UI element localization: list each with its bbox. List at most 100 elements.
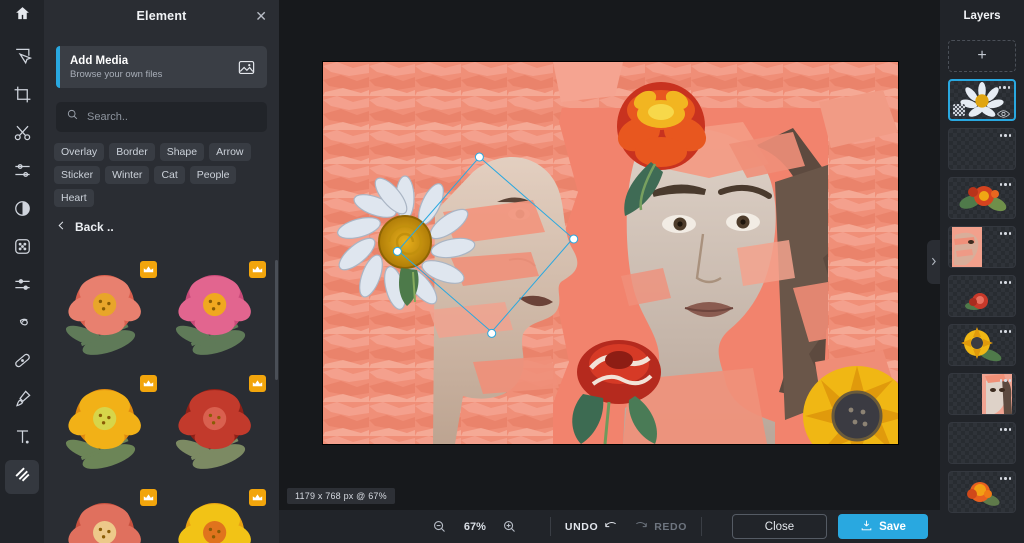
tag-chip-overlay[interactable]: Overlay	[54, 143, 105, 161]
eye-icon[interactable]	[997, 106, 1010, 118]
add-media-button[interactable]: Add Media Browse your own files	[56, 46, 267, 88]
more-dots-icon[interactable]	[999, 134, 1011, 137]
more-dots-icon[interactable]	[999, 379, 1011, 382]
home-button[interactable]	[0, 0, 44, 32]
layers-collapse-toggle[interactable]	[927, 240, 940, 284]
more-dots-icon[interactable]	[998, 86, 1010, 89]
layers-title: Layers	[963, 10, 1001, 22]
texture-tool[interactable]	[5, 232, 39, 266]
save-button[interactable]: Save	[838, 514, 928, 539]
image-icon	[235, 56, 257, 78]
bandage-icon	[13, 351, 32, 375]
tag-chip-sticker[interactable]: Sticker	[54, 166, 101, 184]
sliders-icon	[13, 161, 32, 185]
pink-peony-sticker[interactable]	[164, 258, 270, 368]
layer-small-rose[interactable]	[948, 275, 1016, 317]
add-media-subtitle: Browse your own files	[70, 68, 163, 80]
coral-peony-sticker[interactable]	[54, 258, 160, 368]
more-dots-icon[interactable]	[999, 281, 1011, 284]
search-icon	[66, 108, 79, 126]
redo-label: REDO	[654, 520, 687, 533]
text-tool[interactable]	[5, 422, 39, 456]
crown-icon	[139, 375, 157, 392]
heal-tool[interactable]	[5, 346, 39, 380]
element-tool[interactable]	[5, 460, 39, 494]
divider	[549, 517, 551, 536]
tag-chip-people[interactable]: People	[189, 166, 237, 184]
text-t-icon	[13, 427, 32, 451]
checker-mask-icon[interactable]	[953, 104, 965, 116]
crown-icon	[249, 489, 266, 506]
search-box[interactable]	[56, 102, 267, 132]
layer-blank[interactable]	[948, 422, 1016, 464]
redo-arrow-icon	[634, 520, 648, 534]
more-dots-icon[interactable]	[999, 183, 1011, 186]
divider-2	[701, 517, 702, 536]
undo-label: UNDO	[564, 520, 599, 533]
tag-chip-shape[interactable]: Shape	[159, 143, 205, 161]
layer-portrait[interactable]	[948, 373, 1016, 415]
tag-chip-arrow[interactable]: Arrow	[209, 143, 251, 161]
layer-list	[948, 79, 1016, 513]
adjust-tool[interactable]	[5, 156, 39, 190]
layers-panel: +	[940, 32, 1024, 543]
close-button[interactable]: Close	[732, 514, 827, 539]
artboard[interactable]	[323, 62, 898, 444]
layer-marigold[interactable]	[948, 471, 1016, 513]
photo-editor-app: Element ✕ Layers Add Media Browse your o…	[0, 0, 1024, 543]
filters-tool[interactable]	[5, 270, 39, 304]
layer-daisy[interactable]	[948, 79, 1016, 121]
diagonal-stripes-icon	[13, 465, 32, 489]
redo-button[interactable]: REDO	[634, 520, 687, 534]
tag-chip-winter[interactable]: Winter	[105, 166, 150, 184]
red-carnation-sticker[interactable]	[164, 372, 270, 482]
crown-icon	[249, 375, 266, 392]
more-dots-icon[interactable]	[999, 232, 1011, 235]
tool-rail	[0, 32, 44, 543]
cursor-select-icon	[13, 47, 32, 71]
element-panel-scrollbar[interactable]	[275, 260, 278, 380]
effects-tool[interactable]	[5, 194, 39, 228]
chevron-right-icon	[930, 253, 937, 271]
layer-face-profile[interactable]	[948, 226, 1016, 268]
chevron-left-icon	[56, 220, 67, 234]
more-dots-icon[interactable]	[999, 477, 1011, 480]
canvas-size-badge: 1179 x 768 px @ 67%	[287, 488, 395, 504]
select-tool[interactable]	[5, 42, 39, 76]
more-dots-icon[interactable]	[999, 330, 1011, 333]
yellow-daffodil-sticker[interactable]	[164, 486, 270, 543]
layer-sunflower[interactable]	[948, 324, 1016, 366]
collage-artwork	[323, 62, 898, 444]
undo-arrow-icon	[604, 520, 618, 534]
back-button[interactable]: Back ..	[56, 220, 267, 234]
search-input[interactable]	[87, 111, 257, 123]
brush-tool[interactable]	[5, 384, 39, 418]
layer-empty[interactable]	[948, 128, 1016, 170]
sticker-grid	[44, 254, 279, 543]
tag-chip-cat[interactable]: Cat	[154, 166, 185, 184]
back-label: Back ..	[75, 220, 114, 234]
save-label: Save	[879, 520, 906, 533]
undo-button[interactable]: UNDO	[565, 520, 618, 534]
save-icon	[860, 519, 873, 535]
crop-tool[interactable]	[5, 80, 39, 114]
close-icon[interactable]: ✕	[255, 0, 267, 32]
swirl-tool[interactable]	[5, 308, 39, 342]
more-dots-icon[interactable]	[999, 428, 1011, 431]
dotted-square-icon	[13, 237, 32, 261]
tag-chip-heart[interactable]: Heart	[54, 189, 94, 207]
tag-chip-border[interactable]: Border	[109, 143, 155, 161]
coral-chrysanthemum-sticker[interactable]	[54, 486, 160, 543]
zoom-in-icon[interactable]	[500, 517, 520, 537]
layers-panel-header: Layers	[940, 0, 1024, 32]
contrast-circle-icon	[13, 199, 32, 223]
top-bar: Element ✕ Layers	[0, 0, 1024, 32]
add-layer-button[interactable]: +	[948, 40, 1016, 72]
yellow-marigold-sticker[interactable]	[54, 372, 160, 482]
canvas-stage[interactable]: 1179 x 768 px @ 67%	[279, 32, 940, 510]
spiral-icon	[13, 313, 32, 337]
layer-red-flower[interactable]	[948, 177, 1016, 219]
crown-icon	[139, 261, 157, 278]
zoom-out-icon[interactable]	[430, 517, 450, 537]
cutout-tool[interactable]	[5, 118, 39, 152]
